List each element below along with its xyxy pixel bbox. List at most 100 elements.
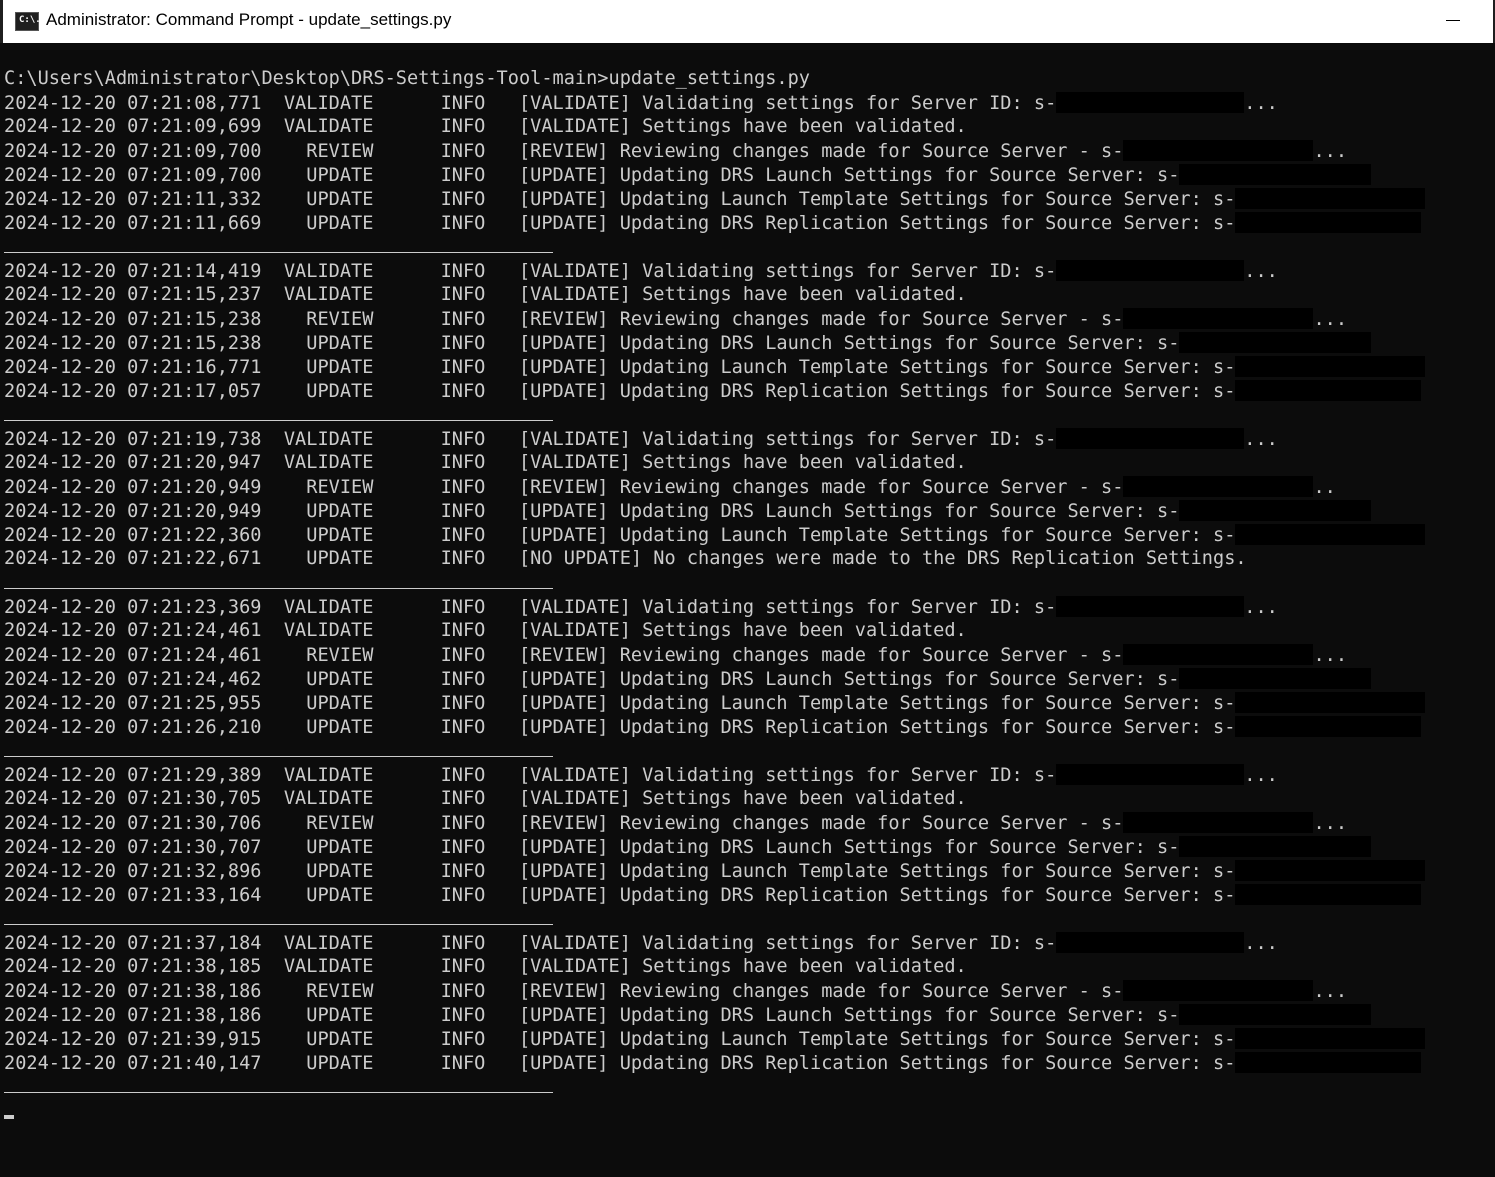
separator-line [4,924,553,925]
redacted-server-id [1123,812,1314,833]
log-suffix: ... [1313,309,1348,330]
log-line: 2024-12-20 07:21:26,210 UPDATE INFO [UPD… [4,716,1422,740]
log-text: 2024-12-20 07:21:30,706 REVIEW INFO [REV… [4,813,1124,834]
log-suffix: ... [1313,981,1348,1002]
log-text: 2024-12-20 07:21:08,771 VALIDATE INFO [V… [4,93,1057,114]
redacted-server-id [1235,188,1426,209]
log-text: 2024-12-20 07:21:17,057 UPDATE INFO [UPD… [4,381,1236,402]
redacted-server-id [1179,332,1372,353]
log-text: 2024-12-20 07:21:26,210 UPDATE INFO [UPD… [4,717,1236,738]
log-line: 2024-12-20 07:21:38,186 REVIEW INFO [REV… [4,980,1347,1004]
redacted-server-id [1179,500,1372,521]
log-line: 2024-12-20 07:21:22,360 UPDATE INFO [UPD… [4,524,1426,548]
minimize-button[interactable] [1418,0,1495,42]
redacted-server-id [1056,428,1245,449]
log-text: 2024-12-20 07:21:38,186 REVIEW INFO [REV… [4,981,1124,1002]
redacted-server-id [1235,1052,1422,1073]
log-text: 2024-12-20 07:21:33,164 UPDATE INFO [UPD… [4,885,1236,906]
title-bar[interactable]: C:\. Administrator: Command Prompt - upd… [0,0,1495,43]
log-line: 2024-12-20 07:21:29,389 VALIDATE INFO [V… [4,764,1278,788]
redacted-server-id [1235,524,1426,545]
log-text: 2024-12-20 07:21:16,771 UPDATE INFO [UPD… [4,357,1236,378]
log-text: 2024-12-20 07:21:20,949 REVIEW INFO [REV… [4,477,1124,498]
log-suffix: ... [1244,597,1278,618]
log-text: 2024-12-20 07:21:24,461 VALIDATE INFO [V… [4,620,967,641]
redacted-server-id [1179,1004,1372,1025]
log-text: 2024-12-20 07:21:32,896 UPDATE INFO [UPD… [4,861,1236,882]
log-line: 2024-12-20 07:21:11,332 UPDATE INFO [UPD… [4,188,1426,212]
log-line: 2024-12-20 07:21:24,462 UPDATE INFO [UPD… [4,668,1372,692]
log-suffix: ... [1244,933,1278,954]
log-line: 2024-12-20 07:21:09,699 VALIDATE INFO [V… [4,116,967,140]
log-line: 2024-12-20 07:21:40,147 UPDATE INFO [UPD… [4,1052,1422,1076]
log-line: 2024-12-20 07:21:09,700 REVIEW INFO [REV… [4,140,1347,164]
log-text: 2024-12-20 07:21:11,332 UPDATE INFO [UPD… [4,189,1236,210]
log-line: 2024-12-20 07:21:30,707 UPDATE INFO [UPD… [4,836,1372,860]
log-text: 2024-12-20 07:21:09,700 REVIEW INFO [REV… [4,141,1124,162]
redacted-server-id [1123,980,1314,1001]
log-line: 2024-12-20 07:21:16,771 UPDATE INFO [UPD… [4,356,1426,380]
minimize-icon [1446,20,1460,21]
log-text: 2024-12-20 07:21:14,419 VALIDATE INFO [V… [4,261,1057,282]
log-suffix: ... [1313,645,1348,666]
log-line: 2024-12-20 07:21:15,238 UPDATE INFO [UPD… [4,332,1372,356]
redacted-server-id [1235,860,1426,881]
redacted-server-id [1235,692,1426,713]
log-line: 2024-12-20 07:21:20,949 UPDATE INFO [UPD… [4,500,1372,524]
log-line: 2024-12-20 07:21:14,419 VALIDATE INFO [V… [4,260,1278,284]
redacted-server-id [1123,644,1314,665]
redacted-server-id [1123,476,1314,497]
command-prompt-icon: C:\. [15,12,41,31]
redacted-server-id [1056,764,1245,785]
log-text: 2024-12-20 07:21:24,461 REVIEW INFO [REV… [4,645,1124,666]
log-text: 2024-12-20 07:21:15,238 UPDATE INFO [UPD… [4,333,1180,354]
log-text: 2024-12-20 07:21:29,389 VALIDATE INFO [V… [4,765,1057,786]
log-line: 2024-12-20 07:21:32,896 UPDATE INFO [UPD… [4,860,1426,884]
redacted-server-id [1179,836,1372,857]
log-text: 2024-12-20 07:21:15,237 VALIDATE INFO [V… [4,284,967,305]
log-suffix: ... [1244,765,1278,786]
command-prompt-line: C:\Users\Administrator\Desktop\DRS-Setti… [4,68,810,89]
log-line: 2024-12-20 07:21:23,369 VALIDATE INFO [V… [4,596,1278,620]
log-line: 2024-12-20 07:21:30,706 REVIEW INFO [REV… [4,812,1347,836]
log-text: 2024-12-20 07:21:25,955 UPDATE INFO [UPD… [4,693,1236,714]
log-text: 2024-12-20 07:21:38,185 VALIDATE INFO [V… [4,956,967,977]
log-text: 2024-12-20 07:21:30,705 VALIDATE INFO [V… [4,788,967,809]
log-line: 2024-12-20 07:21:17,057 UPDATE INFO [UPD… [4,380,1422,404]
log-text: 2024-12-20 07:21:30,707 UPDATE INFO [UPD… [4,837,1180,858]
redacted-server-id [1056,932,1245,953]
redacted-server-id [1235,356,1426,377]
log-line: 2024-12-20 07:21:19,738 VALIDATE INFO [V… [4,428,1278,452]
log-line: 2024-12-20 07:21:38,185 VALIDATE INFO [V… [4,956,967,980]
redacted-server-id [1123,308,1314,329]
log-text: 2024-12-20 07:21:39,915 UPDATE INFO [UPD… [4,1029,1236,1050]
log-line: 2024-12-20 07:21:15,238 REVIEW INFO [REV… [4,308,1347,332]
log-text: 2024-12-20 07:21:11,669 UPDATE INFO [UPD… [4,213,1236,234]
separator-line [4,588,553,589]
log-suffix: ... [1313,141,1348,162]
log-line: 2024-12-20 07:21:11,669 UPDATE INFO [UPD… [4,212,1422,236]
log-text: 2024-12-20 07:21:22,360 UPDATE INFO [UPD… [4,525,1236,546]
log-text: 2024-12-20 07:21:40,147 UPDATE INFO [UPD… [4,1053,1236,1074]
console-output[interactable]: C:\Users\Administrator\Desktop\DRS-Setti… [4,68,1495,1177]
log-text: 2024-12-20 07:21:20,949 UPDATE INFO [UPD… [4,501,1180,522]
log-line: 2024-12-20 07:21:24,461 REVIEW INFO [REV… [4,644,1347,668]
redacted-server-id [1235,716,1422,737]
log-suffix: .. [1313,477,1336,498]
log-text: 2024-12-20 07:21:23,369 VALIDATE INFO [V… [4,597,1057,618]
redacted-server-id [1235,380,1422,401]
separator-line [4,756,553,757]
redacted-server-id [1179,164,1372,185]
log-line: 2024-12-20 07:21:25,955 UPDATE INFO [UPD… [4,692,1426,716]
log-line: 2024-12-20 07:21:37,184 VALIDATE INFO [V… [4,932,1278,956]
log-line: 2024-12-20 07:21:33,164 UPDATE INFO [UPD… [4,884,1422,908]
log-line: 2024-12-20 07:21:38,186 UPDATE INFO [UPD… [4,1004,1372,1028]
log-line: 2024-12-20 07:21:20,947 VALIDATE INFO [V… [4,452,967,476]
redacted-server-id [1056,260,1245,281]
log-line: 2024-12-20 07:21:22,671 UPDATE INFO [NO … [4,548,1247,572]
redacted-server-id [1123,140,1314,161]
window-title: Administrator: Command Prompt - update_s… [46,10,452,29]
redacted-server-id [1056,92,1245,113]
log-text: 2024-12-20 07:21:19,738 VALIDATE INFO [V… [4,429,1057,450]
log-text: 2024-12-20 07:21:38,186 UPDATE INFO [UPD… [4,1005,1180,1026]
